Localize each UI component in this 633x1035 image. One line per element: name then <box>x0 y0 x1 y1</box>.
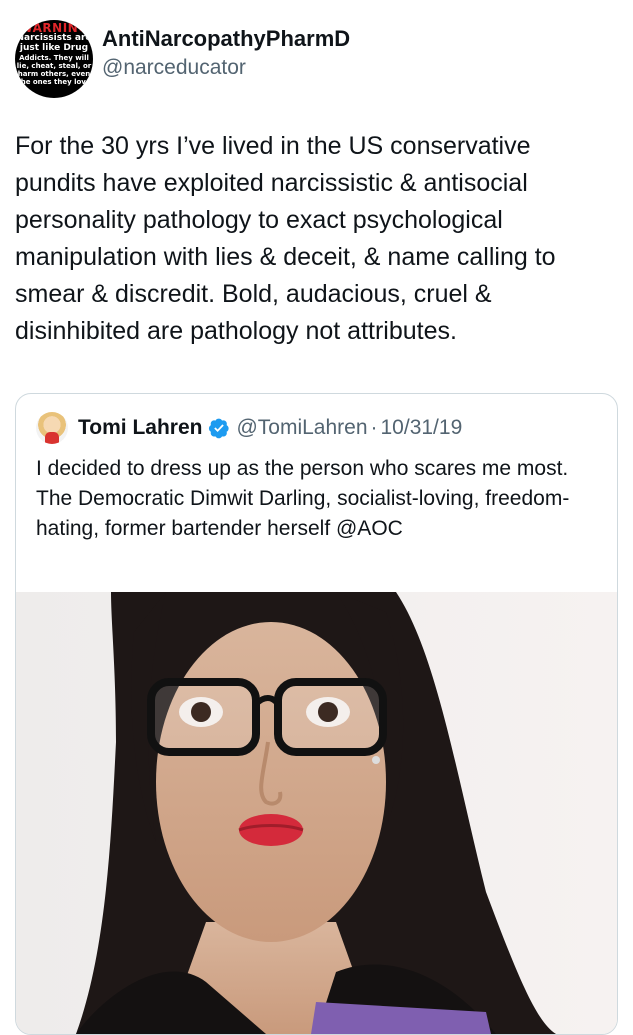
quoted-tweet-text: I decided to dress up as the person who … <box>36 457 570 540</box>
quoted-tweet-card[interactable]: Tomi Lahren @TomiLahren · 10/31/19 I dec… <box>15 393 618 1035</box>
author-names: AntiNarcopathyPharmD @narceducator <box>102 26 350 81</box>
author-avatar[interactable]: WARNING Narcissists are just like Drug A… <box>15 20 93 98</box>
selfie-illustration <box>16 592 617 1034</box>
avatar-text-line: the ones they love <box>17 78 91 86</box>
author-display-name[interactable]: AntiNarcopathyPharmD <box>102 26 350 52</box>
quoted-author-handle[interactable]: @TomiLahren <box>236 416 367 440</box>
author-handle[interactable]: @narceducator <box>102 55 350 81</box>
quoted-tweet-photo[interactable] <box>16 592 617 1034</box>
verified-badge-icon <box>209 418 230 439</box>
separator-dot: · <box>370 416 378 439</box>
tweet-text: For the 30 yrs I’ve lived in the US cons… <box>15 132 556 345</box>
avatar-text-line: just like Drug <box>19 43 89 53</box>
quoted-author-avatar[interactable] <box>36 412 68 444</box>
quoted-author-display-name[interactable]: Tomi Lahren <box>78 416 202 440</box>
tweet-header: WARNING Narcissists are just like Drug A… <box>15 20 618 100</box>
avatar-text-line: Narcissists are <box>16 33 92 43</box>
quoted-tweet-header: Tomi Lahren @TomiLahren · 10/31/19 <box>36 412 462 444</box>
quoted-tweet-date[interactable]: 10/31/19 <box>381 416 463 440</box>
